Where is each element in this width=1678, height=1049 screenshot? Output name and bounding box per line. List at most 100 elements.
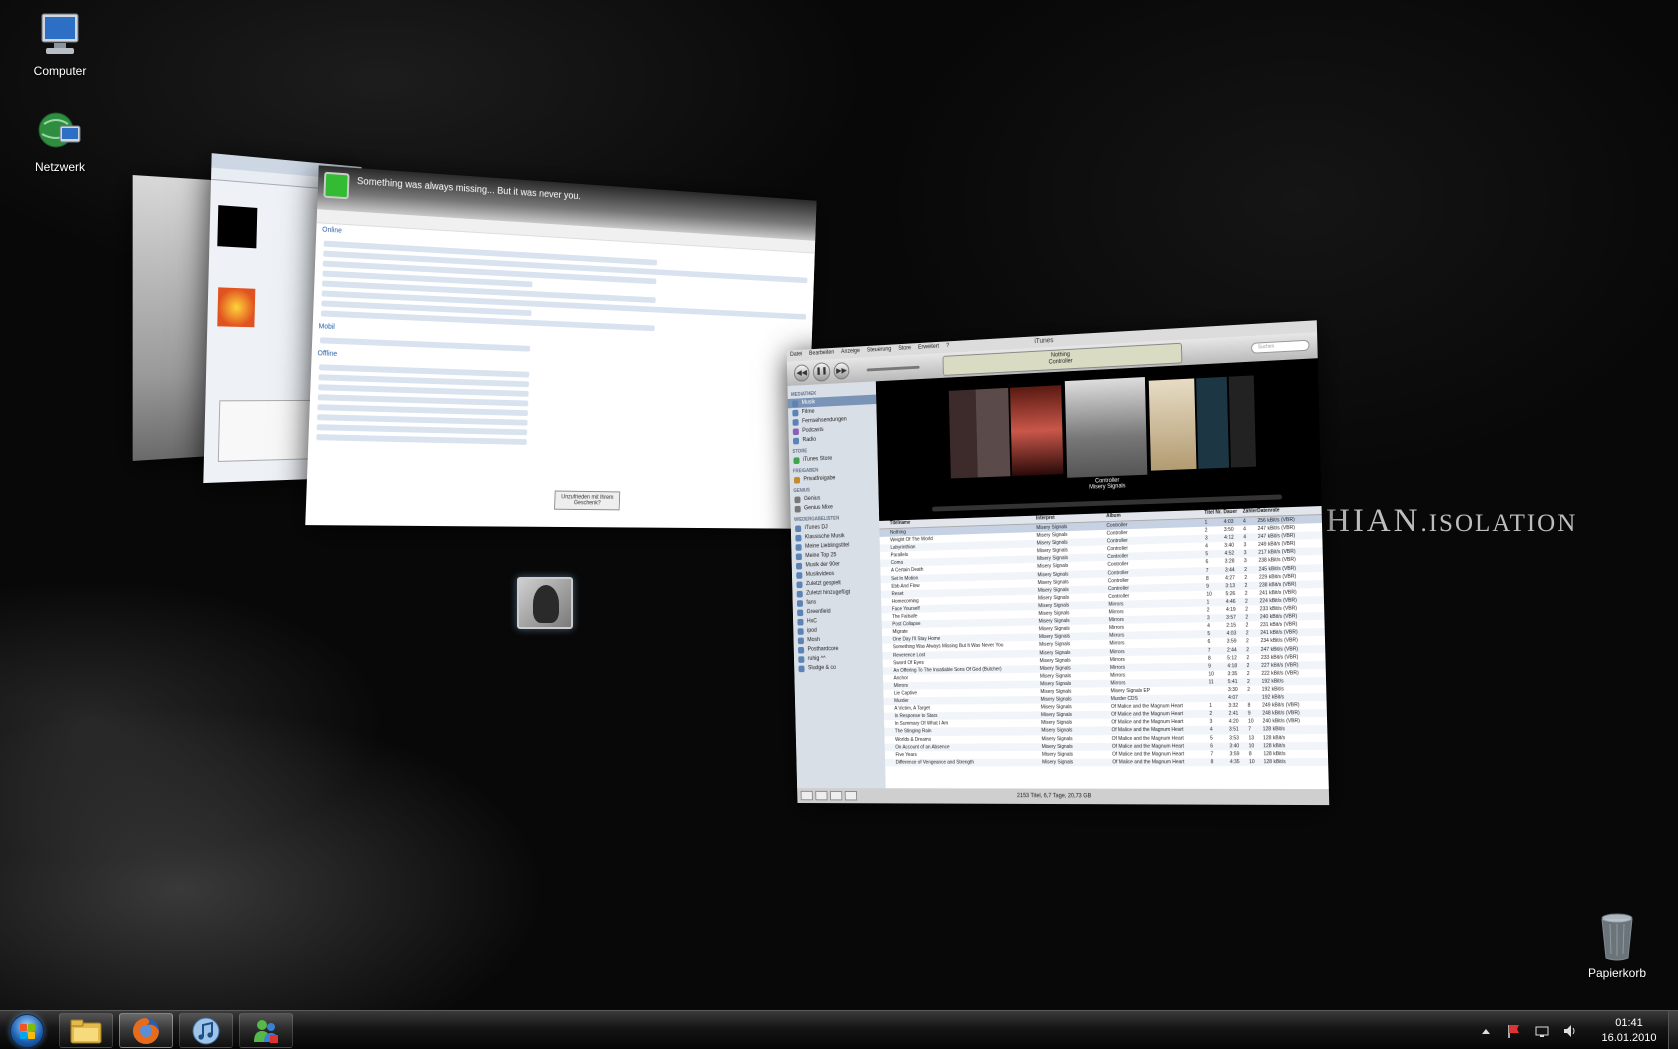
column-header-plays[interactable]: Zähler <box>1243 508 1258 516</box>
add-playlist-button[interactable] <box>800 790 813 801</box>
search-input[interactable]: Suchen <box>1250 339 1310 354</box>
column-header-time[interactable]: Dauer <box>1223 509 1242 518</box>
track-time: 3:40 <box>1229 743 1240 749</box>
desktop-icon-label: Netzwerk <box>34 160 85 174</box>
menu-view[interactable]: Anzeige <box>841 348 860 357</box>
column-header-bitrate[interactable]: Datenrate <box>1257 507 1296 516</box>
menu-store[interactable]: Store <box>898 345 911 353</box>
sidebar-item-label: fans <box>806 599 817 606</box>
track-plays: 13 <box>1248 734 1255 741</box>
next-button[interactable]: ▶▶ <box>833 362 850 380</box>
track-plays: 2 <box>1246 646 1250 653</box>
itunes-status-bar: 2153 Titel, 6,7 Tage, 20,73 GB <box>797 788 1330 806</box>
sidebar-item-label: Posthardcore <box>807 646 839 653</box>
offer-button[interactable]: Unzufrieden mit Ihrem Geschenk? <box>554 490 621 511</box>
track-time: 3:35 <box>1227 670 1238 677</box>
playlist-icon <box>795 562 803 570</box>
volume-icon[interactable] <box>1562 1023 1578 1039</box>
avatar <box>323 171 350 200</box>
taskbar-messenger[interactable] <box>239 1013 293 1048</box>
artwork-button[interactable] <box>844 790 858 801</box>
track-plays: 7 <box>1248 726 1252 733</box>
desktop-icon-network[interactable]: Netzwerk <box>15 106 105 174</box>
desktop-icon-recycle-bin[interactable]: Papierkorb <box>1572 912 1662 980</box>
track-plays: 2 <box>1246 678 1250 685</box>
menu-edit[interactable]: Bearbeiten <box>809 350 834 359</box>
track-list: Titelname Interpret Album Titel Nr. Daue… <box>879 506 1329 790</box>
notification-area: 01:41 16.01.2010 <box>1472 1011 1668 1049</box>
album-cover-selected[interactable] <box>1064 377 1148 478</box>
taskbar-explorer[interactable] <box>59 1013 113 1048</box>
library-summary: 2153 Titel, 6,7 Tage, 20,73 GB <box>1016 793 1092 800</box>
track-artist: Misery Signals <box>1041 751 1074 758</box>
shuffle-button[interactable] <box>815 790 828 801</box>
menu-help[interactable]: ? <box>946 343 949 351</box>
track-rate: 128 kBit/s <box>1263 750 1286 757</box>
clock-date: 16.01.2010 <box>1601 1031 1657 1044</box>
track-time: 3:59 <box>1229 751 1240 757</box>
recycle-bin-icon <box>1601 913 1633 961</box>
menu-advanced[interactable]: Erweitert <box>918 344 939 353</box>
track-time: 3:53 <box>1229 735 1240 741</box>
track-no: 11 <box>1208 679 1214 686</box>
messenger-status-message: Something was always missing... But it w… <box>356 176 581 203</box>
playlist-icon <box>797 637 804 645</box>
start-button[interactable] <box>3 1012 51 1049</box>
flip3d-window-itunes[interactable]: Datei Bearbeiten Anzeige Steuerung Store… <box>786 320 1330 806</box>
menu-file[interactable]: Datei <box>790 352 802 360</box>
sidebar-item-label: HxC <box>806 618 817 625</box>
column-header-track-number[interactable]: Titel Nr. <box>1204 509 1223 518</box>
playlist-icon <box>796 581 803 589</box>
home-share-icon <box>793 476 801 484</box>
menu-controls[interactable]: Steuerung <box>867 346 891 355</box>
table-row[interactable]: Difference of Vengeance and Strength Mise… <box>885 757 1329 767</box>
firefox-icon <box>133 1017 159 1044</box>
desktop-icon-computer[interactable]: Computer <box>15 10 105 78</box>
sidebar-item-label: Zuletzt hinzugefügt <box>806 589 851 597</box>
volume-slider[interactable] <box>866 365 920 372</box>
show-hidden-icons-button[interactable] <box>1478 1023 1494 1039</box>
show-desktop-button[interactable] <box>1668 1011 1678 1049</box>
track-rate: 128 kBit/s <box>1263 742 1286 749</box>
track-no: 3 <box>1209 719 1213 726</box>
photo-gadget[interactable] <box>517 577 573 629</box>
pause-button[interactable]: ❚❚ <box>812 362 831 382</box>
track-rate: 128 kBit/s <box>1263 758 1286 765</box>
flip3d-window-messenger[interactable]: Something was always missing... But it w… <box>305 165 817 529</box>
computer-icon <box>41 13 79 54</box>
network-tray-icon[interactable] <box>1534 1023 1550 1039</box>
track-no: 4 <box>1209 727 1213 734</box>
sidebar-item-label: ipod <box>807 627 817 634</box>
track-rate: 248 kBit/s (VBR) <box>1262 710 1300 717</box>
track-album: Of Malice and the Magnum Heart <box>1112 751 1185 758</box>
sidebar-item-playlist[interactable]: Sludge & co <box>794 663 883 674</box>
clock[interactable]: 01:41 16.01.2010 <box>1590 1016 1668 1046</box>
sidebar-item-label: Meine Lieblingstitel <box>804 542 850 550</box>
track-time: 4:18 <box>1227 662 1238 669</box>
wallpaper-text: HIAN.ISOLATION <box>1326 503 1577 540</box>
track-name: Difference of Vengeance and Strength <box>895 759 974 766</box>
sidebar-item-label: Zuletzt gespielt <box>805 580 841 588</box>
podcast-icon <box>792 428 799 436</box>
action-center-icon[interactable] <box>1506 1023 1522 1039</box>
cover-flow-caption: Controller Misery Signals <box>1049 476 1167 492</box>
playlist-list: iTunes DJ Klassische Musik Meine Lieblings… <box>791 521 883 673</box>
track-plays: 8 <box>1248 750 1252 757</box>
cover-flow[interactable]: Controller Misery Signals <box>875 358 1322 521</box>
playlist-icon <box>795 544 802 551</box>
track-no: 6 <box>1210 743 1214 750</box>
taskbar-itunes[interactable] <box>179 1013 233 1048</box>
repeat-button[interactable] <box>829 790 843 801</box>
playlist-icon <box>796 572 803 579</box>
album-cover[interactable] <box>1009 385 1064 477</box>
album-cover[interactable] <box>1148 378 1197 471</box>
track-plays: 2 <box>1246 654 1250 661</box>
track-plays: 2 <box>1246 662 1250 669</box>
track-plays <box>1247 694 1262 702</box>
previous-button[interactable]: ◀◀ <box>793 364 810 382</box>
track-time: 4:35 <box>1229 759 1240 765</box>
playlist-icon <box>798 656 805 663</box>
explorer-icon <box>70 1019 102 1043</box>
taskbar-firefox[interactable] <box>119 1013 173 1048</box>
track-plays: 2 <box>1245 630 1249 637</box>
